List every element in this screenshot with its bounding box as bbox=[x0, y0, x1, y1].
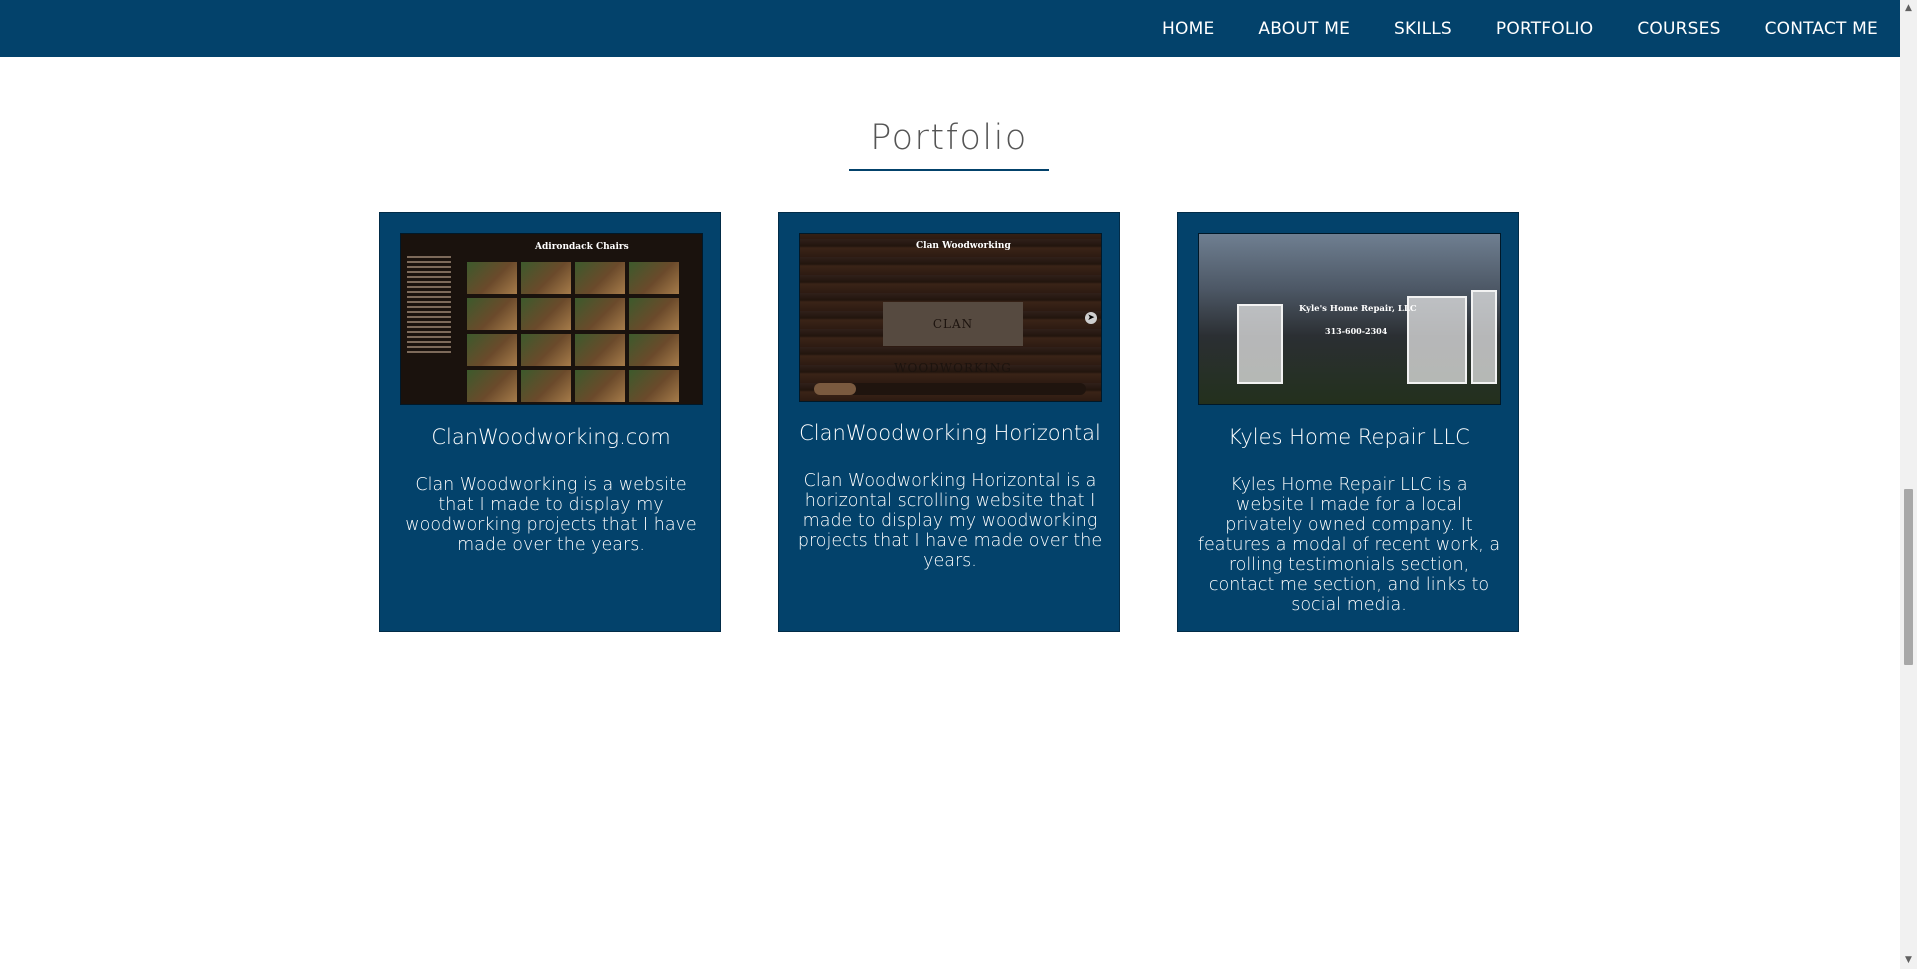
clan-woodworking-sign: CLAN WOODWORKING bbox=[883, 302, 1023, 375]
scroll-up-arrow-icon[interactable]: ▲ bbox=[1900, 0, 1917, 17]
adirondack-chairs-screenshot: Adirondack Chairs bbox=[401, 234, 702, 404]
thumbnail-heading: Kyle's Home Repair, LLC bbox=[1299, 304, 1417, 314]
scroll-down-arrow-icon[interactable]: ▼ bbox=[1900, 952, 1917, 969]
nav-skills[interactable]: SKILLS bbox=[1394, 19, 1452, 39]
portfolio-card-kyles-home-repair[interactable]: Kyle's Home Repair, LLC 313-600-2304 Kyl… bbox=[1177, 212, 1519, 632]
thumbnail-phone: 313-600-2304 bbox=[1325, 326, 1388, 336]
thumbnail-heading: Adirondack Chairs bbox=[535, 242, 629, 252]
kyles-home-repair-screenshot: Kyle's Home Repair, LLC 313-600-2304 bbox=[1199, 234, 1500, 404]
nav-about-me[interactable]: ABOUT ME bbox=[1258, 19, 1350, 39]
clan-woodworking-screenshot: Clan Woodworking CLAN WOODWORKING ➤ bbox=[800, 234, 1101, 401]
thumbnail-heading: Clan Woodworking bbox=[916, 241, 1011, 251]
portfolio-card-clanwoodworking-horizontal[interactable]: Clan Woodworking CLAN WOODWORKING ➤ Clan… bbox=[778, 212, 1120, 632]
vertical-scrollbar[interactable]: ▲ ▼ bbox=[1900, 0, 1917, 969]
thumbnail-sidebar bbox=[407, 256, 461, 356]
heading-underline bbox=[849, 169, 1049, 171]
chair-photo-grid bbox=[467, 262, 679, 402]
card-title: Kyles Home Repair LLC bbox=[1228, 425, 1470, 449]
carousel-next-icon: ➤ bbox=[1085, 312, 1097, 324]
nav-home[interactable]: HOME bbox=[1162, 19, 1214, 39]
card-title: ClanWoodworking.com bbox=[431, 425, 671, 449]
portfolio-thumbnail[interactable]: Adirondack Chairs bbox=[400, 233, 703, 405]
top-navbar: HOME ABOUT ME SKILLS PORTFOLIO COURSES C… bbox=[0, 0, 1900, 57]
card-description: Clan Woodworking is a website that I mad… bbox=[405, 475, 697, 555]
nav-contact-me[interactable]: CONTACT ME bbox=[1765, 19, 1878, 39]
portfolio-thumbnail[interactable]: Kyle's Home Repair, LLC 313-600-2304 bbox=[1198, 233, 1501, 405]
portfolio-card-clanwoodworking[interactable]: Adirondack Chairs ClanWoodworking.com Cl… bbox=[379, 212, 721, 632]
thumbnail-nav-bar bbox=[814, 383, 1086, 395]
nav-courses[interactable]: COURSES bbox=[1637, 19, 1720, 39]
scrollbar-thumb[interactable] bbox=[1904, 489, 1913, 665]
nav-portfolio[interactable]: PORTFOLIO bbox=[1496, 19, 1593, 39]
card-description: Kyles Home Repair LLC is a website I mad… bbox=[1197, 475, 1501, 615]
card-description: Clan Woodworking Horizontal is a horizon… bbox=[797, 471, 1103, 571]
portfolio-heading: Portfolio bbox=[870, 118, 1028, 158]
card-title: ClanWoodworking Horizontal bbox=[799, 421, 1101, 445]
portfolio-thumbnail[interactable]: Clan Woodworking CLAN WOODWORKING ➤ bbox=[799, 233, 1102, 402]
